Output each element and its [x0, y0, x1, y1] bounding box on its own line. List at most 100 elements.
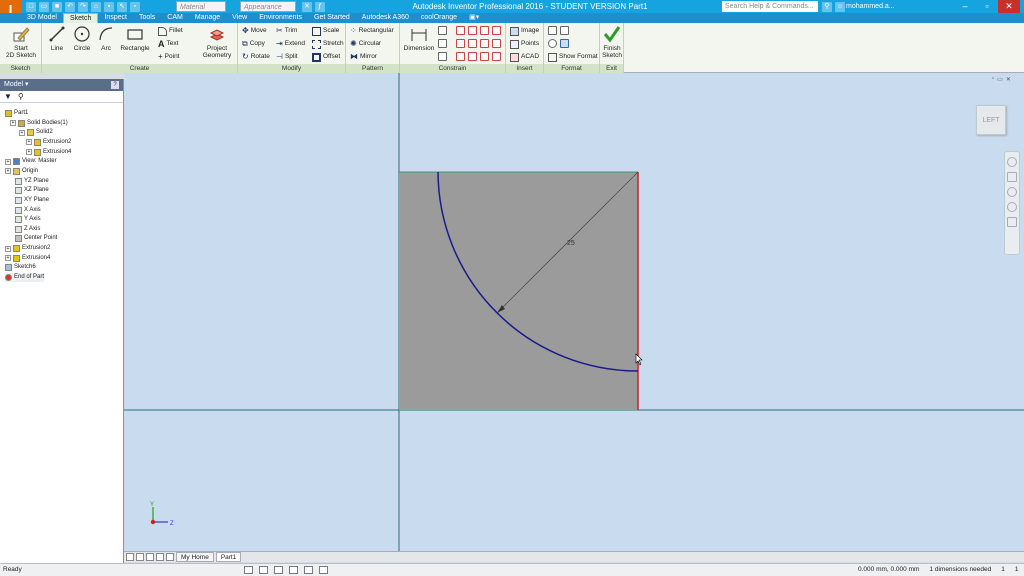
tangent-icon[interactable]	[456, 52, 465, 61]
acad-button[interactable]: ACAD	[510, 52, 539, 62]
viewport-restore-icon[interactable]: ▭	[997, 76, 1003, 83]
tree-item[interactable]: + Extrusion2	[26, 138, 71, 147]
tab-get-started[interactable]: Get Started	[308, 13, 356, 23]
graphics-window[interactable]: 25 Y Z ▫ ▭ ✕ LEFT	[124, 73, 1024, 551]
update-icon[interactable]: ▪	[104, 1, 114, 12]
browser-help-button[interactable]: ?	[111, 81, 119, 89]
show-constraints-icon[interactable]	[438, 39, 447, 48]
binoculars-icon[interactable]: ⚲	[822, 1, 832, 12]
viewport-close-icon[interactable]: ✕	[1006, 76, 1011, 83]
zoom-icon[interactable]	[1007, 187, 1017, 197]
text-button[interactable]: A Text	[158, 39, 178, 49]
perpendicular-icon[interactable]	[468, 39, 477, 48]
expand-toggle-icon[interactable]: +	[5, 168, 11, 175]
parallel-icon[interactable]	[456, 39, 465, 48]
tree-item[interactable]: YZ Plane	[15, 177, 49, 186]
project-geometry-button[interactable]: Project Geometry	[198, 25, 236, 59]
construction-icon[interactable]	[548, 26, 557, 35]
tab-my-home[interactable]: My Home	[176, 552, 214, 562]
centerline-icon[interactable]	[560, 26, 569, 35]
tree-item[interactable]: + Extrusion4	[26, 148, 71, 157]
tree-item[interactable]: Center Point	[15, 234, 57, 243]
close-button[interactable]: ✕	[998, 0, 1020, 13]
status-ortho-icon[interactable]	[274, 566, 283, 574]
expand-toggle-icon[interactable]: +	[26, 139, 32, 146]
user-account[interactable]: mohammed.a...	[846, 0, 895, 13]
undo-icon[interactable]: ↶	[65, 1, 75, 12]
relax-mode-icon[interactable]	[438, 52, 447, 61]
tree-item[interactable]: + Extrusion4	[5, 254, 50, 263]
minimize-button[interactable]: –	[954, 0, 976, 13]
save-icon[interactable]: ■	[52, 1, 62, 12]
tab-autodesk-a360[interactable]: Autodesk A360	[356, 13, 415, 23]
orbit-icon[interactable]	[1007, 202, 1017, 212]
horizontal-icon[interactable]	[480, 39, 489, 48]
tree-item[interactable]: Part1	[5, 109, 28, 118]
expand-toggle-icon[interactable]: +	[26, 149, 32, 156]
expand-toggle-icon[interactable]: +	[5, 158, 11, 165]
dimension-button[interactable]: Dimension	[402, 25, 436, 52]
arrange-icon[interactable]	[156, 553, 164, 561]
tab-coolorange[interactable]: coolOrange	[415, 13, 463, 23]
tab-extra[interactable]: ▣▾	[463, 13, 485, 23]
expand-toggle-icon[interactable]: +	[5, 245, 11, 252]
concentric-icon[interactable]	[480, 26, 489, 35]
doc-list-icon[interactable]	[166, 553, 174, 561]
new-icon[interactable]: □	[26, 1, 36, 12]
line-button[interactable]: Line	[45, 25, 69, 52]
image-button[interactable]: Image	[510, 26, 539, 36]
tree-item[interactable]: XY Plane	[15, 196, 49, 205]
tree-item[interactable]: Y Axis	[15, 215, 41, 224]
tree-item[interactable]: Z Axis	[15, 225, 40, 234]
status-snap-icon[interactable]	[259, 566, 268, 574]
navigation-bar[interactable]	[1004, 151, 1020, 255]
expand-toggle-icon[interactable]: +	[5, 255, 11, 262]
filter-icon[interactable]: ▼	[4, 92, 12, 101]
symmetric-icon[interactable]	[480, 52, 489, 61]
vertical-icon[interactable]	[492, 39, 501, 48]
tree-item[interactable]: + Solid2	[19, 128, 53, 137]
split-button[interactable]: ⊣ Split	[276, 52, 298, 62]
show-format-button[interactable]: Show Format	[548, 52, 598, 62]
finish-sketch-button[interactable]: Finish Sketch	[600, 25, 624, 59]
select-icon[interactable]: ↖	[117, 1, 127, 12]
sketch-viewport[interactable]: 25 Y Z	[124, 73, 1024, 551]
material-dropdown[interactable]: Material	[176, 1, 226, 12]
status-dof-icon[interactable]	[304, 566, 313, 574]
steering-wheel-icon[interactable]	[1007, 157, 1017, 167]
trim-button[interactable]: ✂ Trim	[276, 26, 297, 36]
center-point-icon[interactable]	[548, 39, 557, 48]
open-icon[interactable]: ▭	[39, 1, 49, 12]
scale-button[interactable]: Scale	[312, 26, 339, 36]
mirror-button[interactable]: ⧓ Mirror	[350, 52, 377, 62]
tree-item[interactable]: + Solid Bodies(1)	[10, 119, 68, 128]
collinear-icon[interactable]	[468, 26, 477, 35]
tile-vertical-icon[interactable]	[136, 553, 144, 561]
pan-icon[interactable]	[1007, 172, 1017, 182]
sign-in-icon[interactable]: ☺	[835, 1, 845, 12]
clear-appearance-icon[interactable]: ✕	[302, 1, 312, 12]
viewport-minimize-icon[interactable]: ▫	[992, 76, 994, 83]
measure-icon[interactable]: ▫	[130, 1, 140, 12]
status-relax-icon[interactable]	[319, 566, 328, 574]
fix-icon[interactable]	[492, 26, 501, 35]
radius-dimension-value[interactable]: 25	[567, 240, 575, 247]
tab-view[interactable]: View	[226, 13, 253, 23]
tree-item[interactable]: + View: Master	[5, 157, 57, 166]
cascade-icon[interactable]	[146, 553, 154, 561]
redo-icon[interactable]: ↷	[78, 1, 88, 12]
rectangle-button[interactable]: Rectangle	[118, 25, 152, 52]
expand-toggle-icon[interactable]: +	[10, 120, 16, 127]
extend-button[interactable]: ⇥ Extend	[276, 39, 305, 49]
home-icon[interactable]: ⌂	[91, 1, 101, 12]
tree-item[interactable]: XZ Plane	[15, 186, 49, 195]
copy-button[interactable]: ⧉ Copy	[242, 39, 265, 49]
maximize-button[interactable]: ▫	[976, 0, 998, 13]
points-button[interactable]: Points	[510, 39, 539, 49]
tree-item[interactable]: End of Part	[5, 273, 45, 283]
equal-icon[interactable]	[492, 52, 501, 61]
rotate-button[interactable]: ↻ Rotate	[242, 52, 270, 62]
status-grid-icon[interactable]	[244, 566, 253, 574]
circle-button[interactable]: Circle	[70, 25, 94, 52]
fx-icon[interactable]: ƒ	[315, 1, 325, 12]
